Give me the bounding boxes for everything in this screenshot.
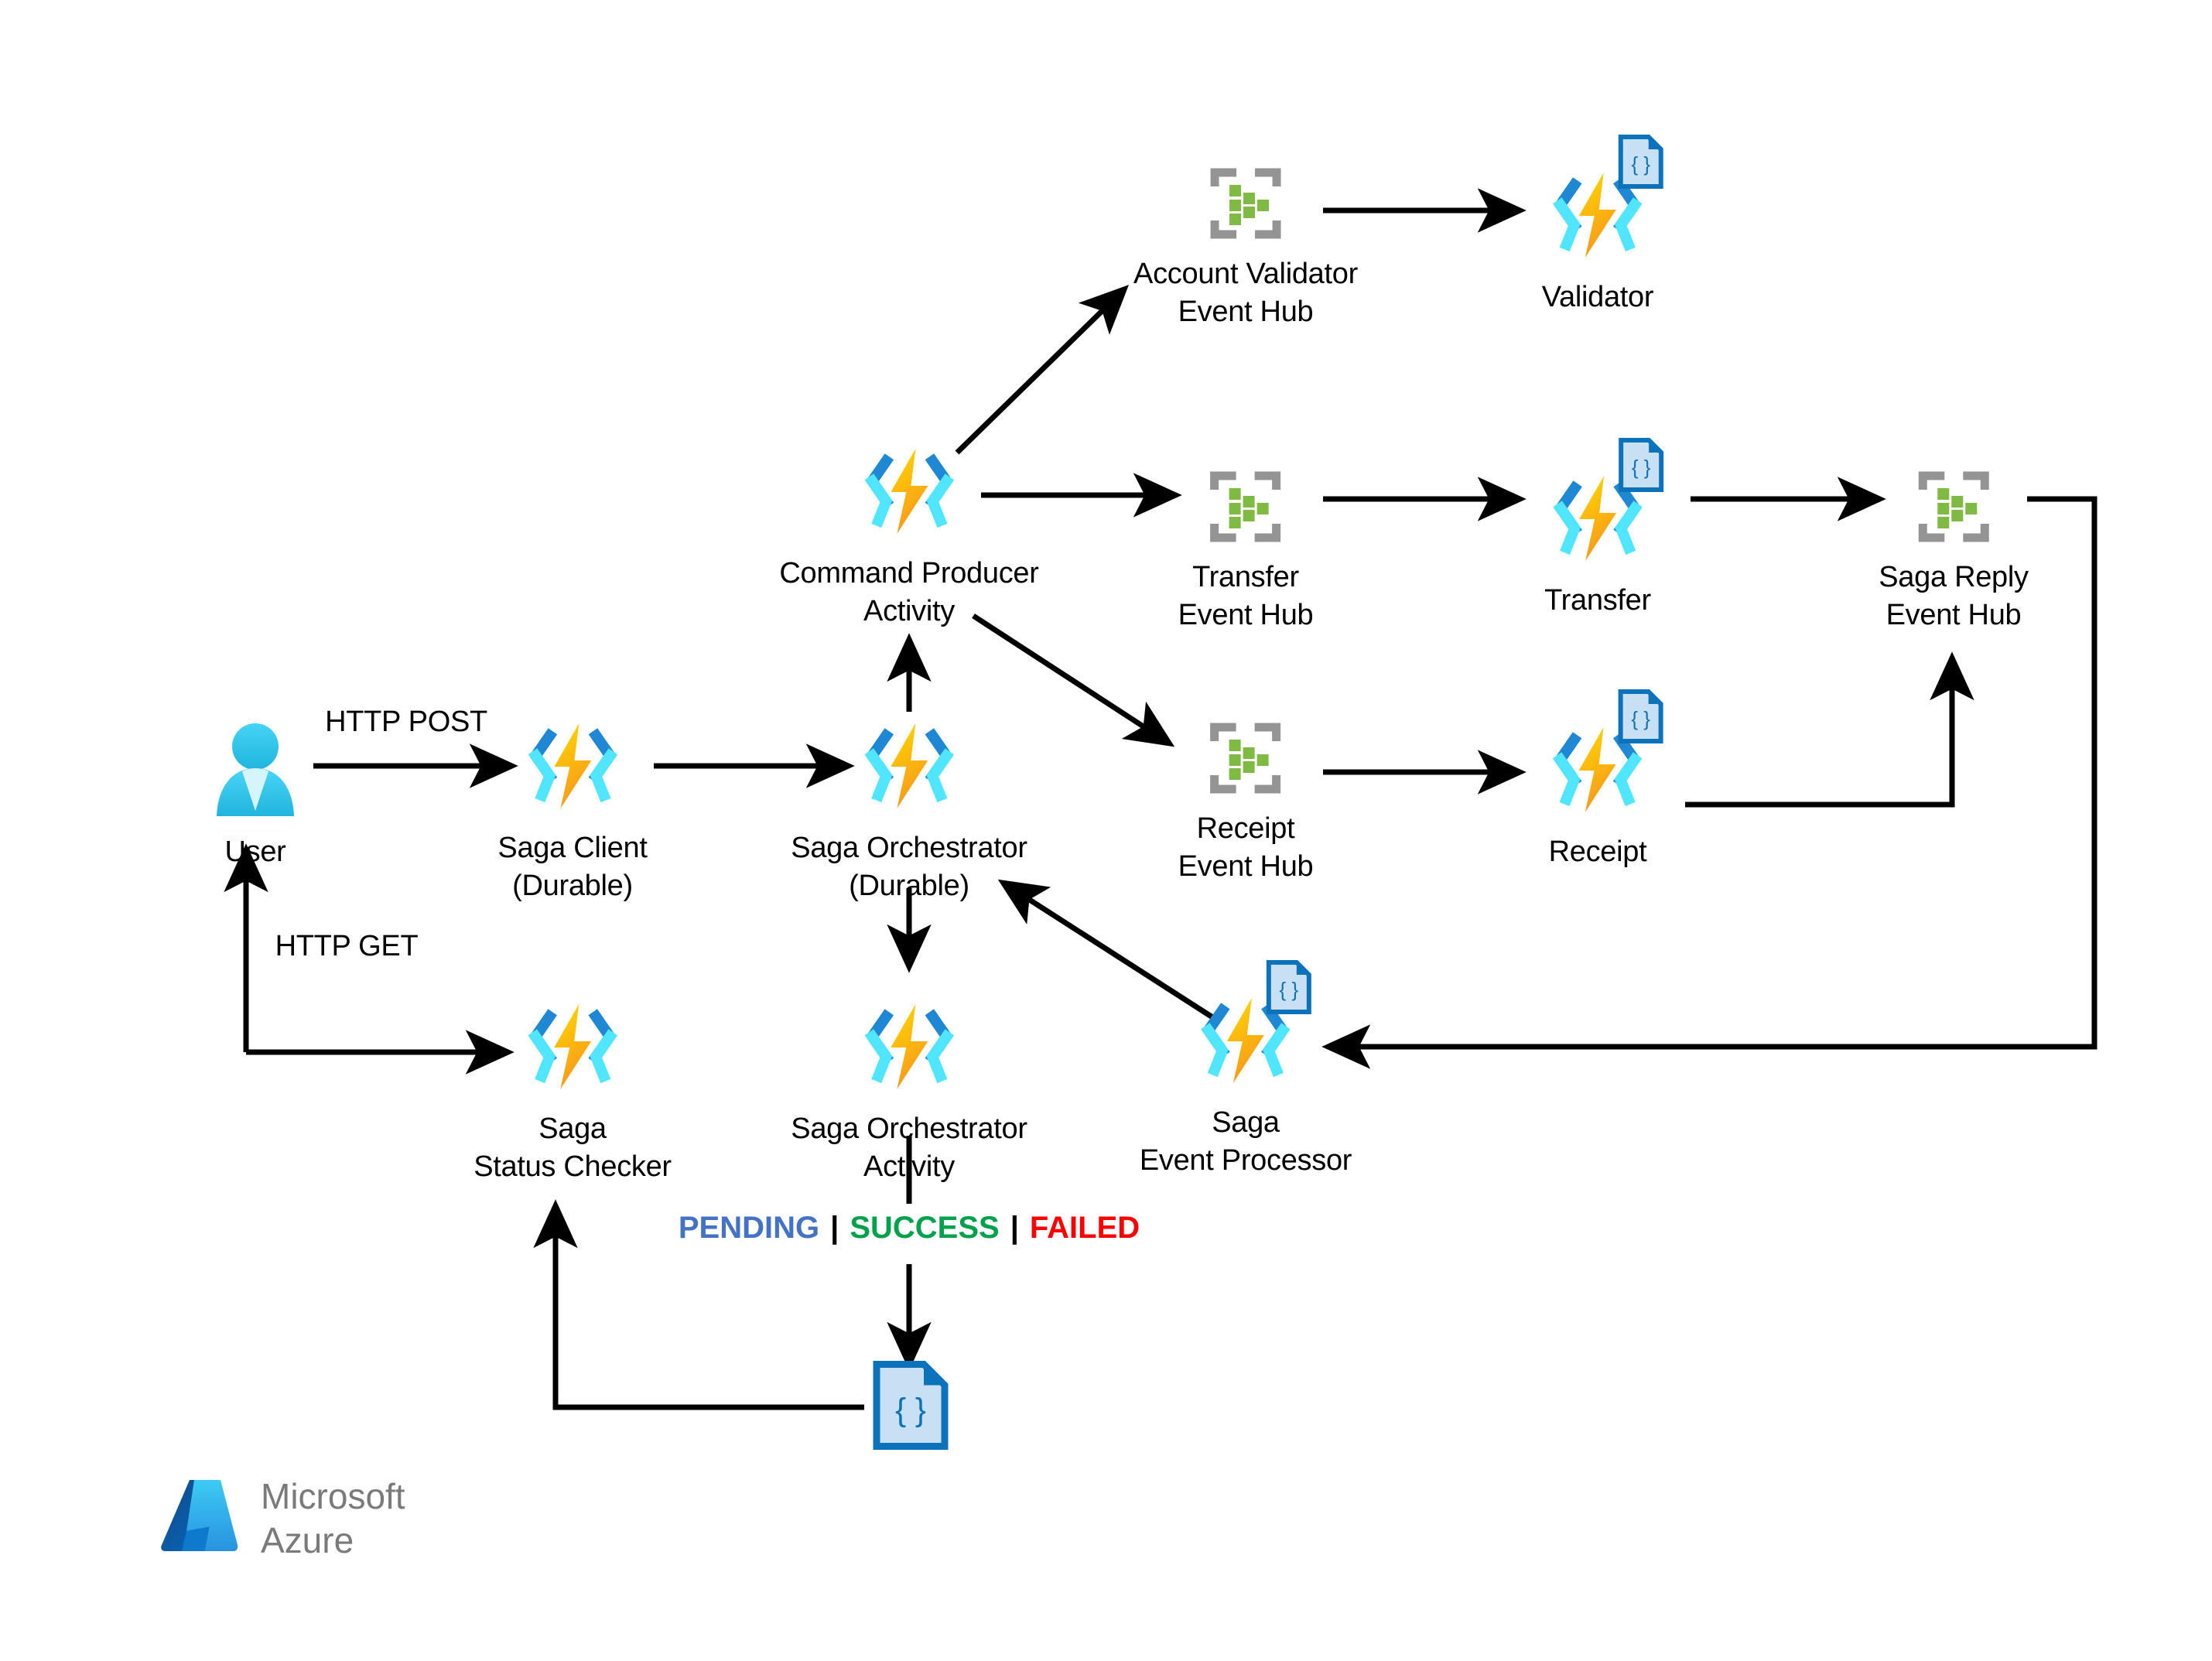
json-document-icon: { } [1618,437,1664,497]
node-label-receipt: Receipt [1548,836,1647,868]
azure-function-icon: { } [1199,960,1311,1095]
node-label-saga-reply-event-hub: Saga Reply Event Hub [1879,561,2029,631]
status-legend: PENDING | SUCCESS | FAILED [679,1211,1140,1246]
azure-function-icon [863,716,956,820]
azure-function-icon [526,716,619,820]
node-account-validator-event-hub[interactable]: Account Validator Event Hub [1133,165,1358,330]
node-receipt[interactable]: { } Receipt [1548,689,1663,871]
node-label-validator: Validator [1541,281,1654,313]
svg-text:{ }: { } [1632,152,1651,176]
edge-label-http-post: HTTP POST [325,706,487,738]
svg-text:{ }: { } [1632,456,1651,479]
azure-logo-icon [159,1474,244,1563]
node-label-receipt-event-hub: Receipt Event Hub [1178,812,1314,883]
node-label-account-validator-event-hub: Account Validator Event Hub [1133,258,1358,328]
node-saga-reply-event-hub[interactable]: Saga Reply Event Hub [1879,468,2029,634]
node-validator[interactable]: { } Validator [1541,135,1663,316]
status-success: SUCCESS [850,1211,1000,1245]
svg-text:{ }: { } [1280,978,1299,1001]
brand-text: Microsoft Azure [261,1476,405,1560]
node-label-user: User [224,836,286,868]
event-hub-icon [1915,468,1992,549]
node-label-saga-status-checker: Saga Status Checker [474,1112,672,1183]
node-command-producer[interactable]: Command Producer Activity [779,441,1039,630]
json-document-icon: { } [1618,689,1664,748]
json-document-icon: { } [1618,134,1664,193]
event-hub-icon [1207,468,1284,549]
svg-text:{ }: { } [895,1392,926,1428]
status-separator-1: | [830,1211,839,1245]
svg-text:{ }: { } [1632,707,1651,730]
edge-receipt-to-saga-reply-hub [1685,651,1974,808]
edge-label-http-get: HTTP GET [275,930,419,962]
diagram-canvas: HTTP POST HTTP GET PENDING | SUCCESS | F… [0,0,2212,1661]
status-pending: PENDING [678,1211,820,1245]
node-saga-client[interactable]: Saga Client (Durable) [497,716,648,904]
user-icon [213,719,298,824]
azure-function-icon [863,996,956,1101]
node-user[interactable]: User [213,719,298,871]
node-label-saga-event-processor: Saga Event Processor [1139,1106,1352,1177]
edge-layer [224,188,2097,1410]
azure-function-icon: { } [1551,135,1663,269]
json-document-icon: { } [1266,959,1312,1019]
node-label-command-producer: Command Producer Activity [779,557,1039,627]
status-separator-2: | [1010,1211,1019,1245]
node-transfer[interactable]: { } Transfer [1544,438,1663,620]
event-hub-icon [1207,165,1284,246]
edge-command-producer-to-account-hub [955,285,1130,455]
microsoft-azure-brand: Microsoft Azure [159,1474,405,1563]
node-label-saga-orchestrator: Saga Orchestrator (Durable) [791,832,1027,902]
node-transfer-event-hub[interactable]: Transfer Event Hub [1178,468,1314,634]
node-label-transfer: Transfer [1544,584,1651,617]
node-saga-status-checker[interactable]: Saga Status Checker [474,996,672,1185]
node-saga-orchestrator-activity[interactable]: Saga Orchestrator Activity [791,996,1027,1185]
event-hub-icon [1207,719,1284,801]
node-label-saga-orchestrator-activity: Saga Orchestrator Activity [791,1112,1027,1183]
node-saga-orchestrator[interactable]: Saga Orchestrator (Durable) [791,716,1027,904]
node-label-saga-client: Saga Client (Durable) [497,832,648,902]
azure-function-icon: { } [1551,689,1663,824]
node-saga-event-processor[interactable]: { } Saga Event Processor [1139,960,1352,1179]
azure-function-icon: { } [1551,438,1663,572]
node-receipt-event-hub[interactable]: Receipt Event Hub [1178,719,1314,885]
azure-function-icon [526,996,619,1101]
json-document-icon[interactable]: { } [873,1361,949,1454]
node-label-transfer-event-hub: Transfer Event Hub [1178,561,1314,631]
azure-function-icon [863,441,956,545]
status-failed: FAILED [1029,1211,1140,1245]
